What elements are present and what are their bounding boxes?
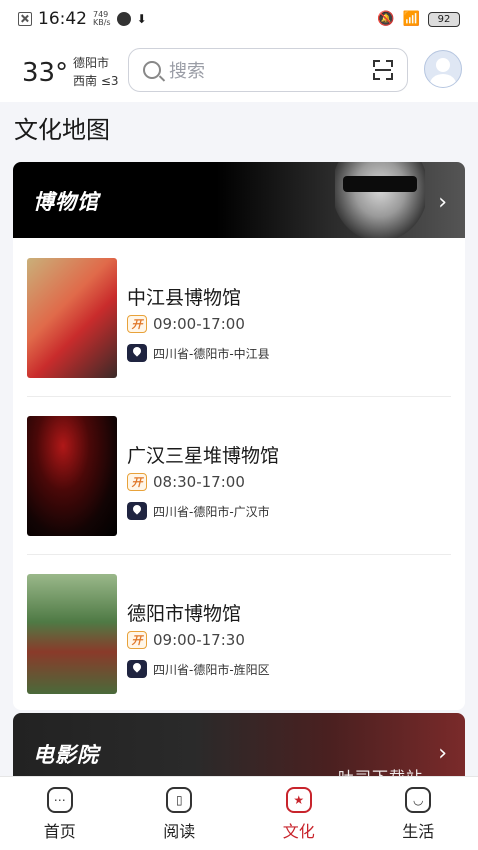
nav-life[interactable]: ◡ 生活 xyxy=(359,777,478,850)
status-time: 16:42 xyxy=(38,9,87,29)
download-icon: ⬇ xyxy=(136,12,147,26)
museum-name: 广汉三星堆博物馆 xyxy=(127,445,280,467)
location-pin-icon xyxy=(127,344,147,362)
museum-thumbnail xyxy=(27,574,117,694)
top-header: 33° 德阳市 西南 ≤3 搜索 xyxy=(0,38,478,102)
museum-hours: 09:00-17:30 xyxy=(153,631,245,649)
divider xyxy=(27,554,451,555)
statue-image xyxy=(335,162,425,238)
museum-thumbnail xyxy=(27,258,117,378)
nav-home[interactable]: ⋯ 首页 xyxy=(0,777,120,850)
museum-address: 四川省-德阳市-旌阳区 xyxy=(153,662,270,677)
weather-city: 德阳市 xyxy=(73,56,110,70)
museum-name: 中江县博物馆 xyxy=(127,287,242,309)
book-icon: ▯ xyxy=(166,787,193,813)
list-item[interactable]: 广汉三星堆博物馆 开 08:30-17:00 四川省-德阳市-广汉市 xyxy=(27,416,451,536)
museum-name: 德阳市博物馆 xyxy=(127,603,242,625)
net-speed: 749 KB/s xyxy=(93,10,111,27)
mute-icon: 🔕 xyxy=(377,11,395,27)
museum-address: 四川省-德阳市-中江县 xyxy=(153,346,270,361)
notification-icon xyxy=(18,12,32,26)
app-status-icon xyxy=(116,12,131,26)
weather-location[interactable]: 德阳市 西南 ≤3 xyxy=(73,54,119,90)
nav-read[interactable]: ▯ 阅读 xyxy=(120,777,240,850)
scan-icon[interactable] xyxy=(373,60,393,80)
location-pin-icon xyxy=(127,502,147,520)
location-pin-icon xyxy=(127,660,147,678)
cinema-section-title: 电影院 xyxy=(33,743,99,767)
museum-thumbnail xyxy=(27,416,117,536)
nav-culture[interactable]: ★ 文化 xyxy=(239,777,359,850)
museum-address: 四川省-德阳市-广汉市 xyxy=(153,504,270,519)
search-icon xyxy=(143,61,161,79)
open-hours-icon: 开 xyxy=(127,315,147,333)
search-bar[interactable]: 搜索 xyxy=(128,48,408,92)
museum-hours: 08:30-17:00 xyxy=(153,473,245,491)
open-hours-icon: 开 xyxy=(127,631,147,649)
museum-card-header[interactable]: 博物馆 › xyxy=(13,162,465,238)
weather-temperature[interactable]: 33° xyxy=(22,58,68,88)
page-title: 文化地图 xyxy=(14,116,110,144)
wifi-icon: 📶 xyxy=(402,11,420,27)
open-hours-icon: 开 xyxy=(127,473,147,491)
status-bar: 16:42 749 KB/s ⬇ 🔕 📶 92 xyxy=(0,0,478,38)
avatar[interactable] xyxy=(424,50,462,88)
museum-section-title: 博物馆 xyxy=(33,190,99,214)
bottom-nav: ⋯ 首页 ▯ 阅读 ★ 文化 ◡ 生活 xyxy=(0,776,478,850)
museum-card: 博物馆 › 中江县博物馆 开 09:00-17:00 四川省-德阳市-中江县 广汉… xyxy=(13,162,465,710)
chevron-right-icon[interactable]: › xyxy=(438,741,447,766)
list-item[interactable]: 中江县博物馆 开 09:00-17:00 四川省-德阳市-中江县 xyxy=(27,258,451,378)
life-bag-icon: ◡ xyxy=(405,787,432,813)
divider xyxy=(27,396,451,397)
home-icon: ⋯ xyxy=(46,787,73,813)
culture-star-icon: ★ xyxy=(285,787,312,813)
battery-icon: 92 xyxy=(428,11,460,27)
weather-wind: 西南 ≤3 xyxy=(73,74,119,88)
museum-hours: 09:00-17:00 xyxy=(153,315,245,333)
list-item[interactable]: 德阳市博物馆 开 09:00-17:30 四川省-德阳市-旌阳区 xyxy=(27,574,451,694)
search-input[interactable]: 搜索 xyxy=(169,57,373,83)
chevron-right-icon[interactable]: › xyxy=(438,190,447,215)
